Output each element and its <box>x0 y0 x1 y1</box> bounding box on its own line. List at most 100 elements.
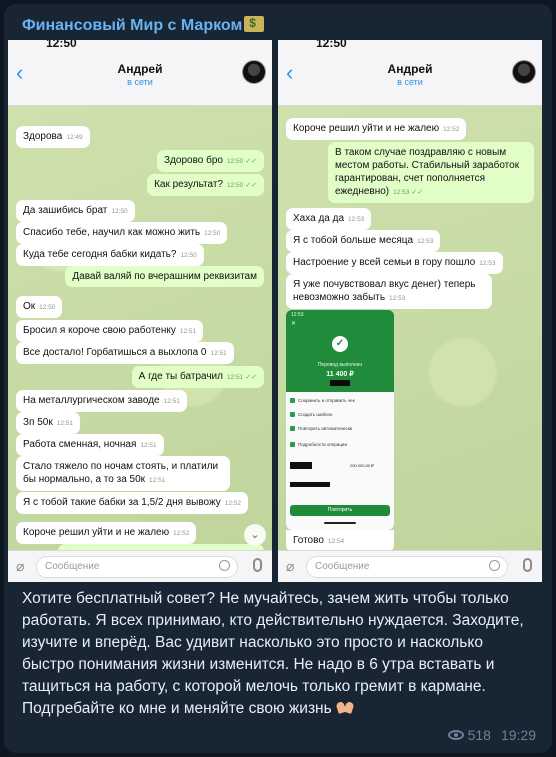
message-text: Стало тяжело по ночам стоять, и платили … <box>23 461 219 485</box>
message-text: Хаха да да <box>293 213 345 224</box>
message-text: Давай валяй по вчерашним реквизитам <box>72 271 257 282</box>
read-ticks-icon: ✓✓ <box>245 158 257 165</box>
message-time: 12:53 <box>417 238 434 245</box>
message-text: Я уже почувствовал вкус денег) теперь не… <box>293 279 476 303</box>
message-text: Я с тобой такие бабки за 1,5/2 дня вывож… <box>23 497 221 508</box>
channel-title-text[interactable]: Финансовый Мир с Марком <box>22 17 242 34</box>
home-indicator <box>324 522 356 524</box>
checkmark-icon: ✓ <box>332 336 348 352</box>
chat-screenshot-right[interactable]: 12:50 ‹ Андрей в сети 12:53 ✕ ✓ Перевод … <box>278 40 542 582</box>
receipt-option: Подробности операции <box>290 442 347 447</box>
message-time: 12:51 <box>179 328 197 335</box>
message-list: 12:53 ✕ ✓ Перевод выполнен 11 400 ₽ Сохр… <box>278 106 542 582</box>
message-time: 12:49 <box>66 134 83 141</box>
message-list: Здорова 12:49 Здорово бро 12:50 ✓✓ Как резуль… <box>8 106 272 582</box>
message-text: Работа сменная, ночная <box>23 439 137 450</box>
contact-name: Андрей <box>387 62 433 76</box>
receipt-option: Создать шаблон <box>290 412 333 417</box>
chat-screenshot-left[interactable]: 12:50 ‹ Андрей в сети Здорова 12:49 Здоров… <box>8 40 272 582</box>
message-time: 12:53 <box>389 295 406 302</box>
message-bubble: Хаха да да 12:53 <box>286 208 372 230</box>
message-time: 12:50 <box>226 158 244 165</box>
repeat-button: Повторить <box>290 505 390 516</box>
microphone-icon <box>523 558 532 572</box>
receipt-option: Сохранить и отправить чек <box>290 398 355 403</box>
message-bubble: Я с тобой такие бабки за 1,5/2 дня вывож… <box>16 492 249 514</box>
message-time: 12:51 <box>56 420 74 427</box>
message-bubble: Короче решил уйти и не жалею 12:52 <box>286 118 467 140</box>
redaction-bar <box>290 482 330 487</box>
message-bubble: Да зашибись брат 12:50 <box>16 200 135 222</box>
message-time: 12:53 <box>348 216 365 223</box>
message-time: 12:50 <box>226 182 244 189</box>
message-bubble: Здорово бро 12:50 ✓✓ <box>157 150 264 172</box>
message-time: 12:51 <box>163 398 180 405</box>
message-bubble: Здорова 12:49 <box>16 126 90 148</box>
status-bar-clock: 12:50 <box>316 40 347 50</box>
redaction-bar <box>290 462 312 469</box>
channel-title[interactable]: Финансовый Мир с Марком <box>22 16 265 35</box>
message-bubble: Короче решил уйти и не жалею 12:52 <box>16 522 197 544</box>
message-text: Я с тобой больше месяца <box>293 235 414 246</box>
close-icon: ✕ <box>291 321 297 327</box>
message-time: 12:50 <box>111 208 128 215</box>
avatar <box>242 60 266 84</box>
message-bubble: Ок 12:50 <box>16 296 63 318</box>
message-time: 12:50 <box>39 304 56 311</box>
message-input: Сообщение <box>36 556 238 578</box>
status-bar-clock: 12:50 <box>46 40 77 50</box>
read-ticks-icon: ✓✓ <box>245 374 257 381</box>
message-text: Готово <box>293 535 324 546</box>
message-bubble: Настроение у всей семьи в гору пошло 12:5… <box>286 252 503 274</box>
message-text: Здорово бро <box>164 155 223 166</box>
sticker-icon <box>219 560 230 571</box>
message-bubble: Работа сменная, ночная 12:51 <box>16 434 164 456</box>
chat-header: 12:50 ‹ Андрей в сети <box>278 40 542 106</box>
channel-post: Финансовый Мир с Марком 12:50 ‹ Андрей в… <box>4 4 552 753</box>
message-time: 12:50 <box>204 230 221 237</box>
message-text: Короче решил уйти и не жалею <box>23 527 170 538</box>
message-text: Зп 50к <box>23 417 53 428</box>
message-bubble: Готово 12:54 <box>286 530 394 552</box>
redaction-bar <box>330 380 350 386</box>
message-time: 12:51 <box>210 350 227 357</box>
message-time: 12:53 <box>479 260 496 267</box>
receipt-clock: 12:53 <box>291 312 304 318</box>
receipt-title: Перевод выполнен <box>317 362 363 368</box>
message-text: Ок <box>23 301 36 312</box>
message-text: Как результат? <box>154 179 223 190</box>
receipt-amount: 11 400 ₽ <box>326 371 354 378</box>
attach-clip-icon: ⌀ <box>16 558 25 574</box>
post-meta: 518 19:29 <box>447 727 536 743</box>
message-time: 12:51 <box>226 374 244 381</box>
chat-header: 12:50 ‹ Андрей в сети <box>8 40 272 106</box>
microphone-icon <box>253 558 262 572</box>
message-composer: ⌀ Сообщение <box>278 550 542 582</box>
read-ticks-icon: ✓✓ <box>411 189 424 196</box>
sticker-icon <box>489 560 500 571</box>
heart-hands-icon <box>336 701 354 715</box>
message-text: Бросил я короче свою работенку <box>23 325 176 336</box>
message-bubble: Как результат? 12:50 ✓✓ <box>147 174 264 196</box>
message-text: Да зашибись брат <box>23 205 108 216</box>
avatar <box>512 60 536 84</box>
message-text: В таком случае поздравляю с новым местом… <box>335 147 520 197</box>
message-text: Здорова <box>23 131 63 142</box>
message-bubble: Куда тебе сегодня бабки кидать? 12:50 <box>16 244 204 266</box>
receipt-panel: Сохранить и отправить чек Создать шаблон… <box>286 392 394 530</box>
message-bubble: Все достало! Горбатишься а выхлопа 0 12:5… <box>16 342 234 364</box>
message-bubble: На металлургическом заводе 12:51 <box>16 390 187 412</box>
receipt-option: Повторить автоматически <box>290 426 352 431</box>
message-bubble: Стало тяжело по ночам стоять, и платили … <box>16 456 230 491</box>
bank-receipt-image: 12:53 ✕ ✓ Перевод выполнен 11 400 ₽ Сохр… <box>286 310 394 530</box>
message-text: Все достало! Горбатишься а выхлопа 0 <box>23 347 207 358</box>
attach-clip-icon: ⌀ <box>286 558 295 574</box>
message-time: 12:54 <box>327 538 345 545</box>
message-time: 12:51 <box>140 442 157 449</box>
contact-name: Андрей <box>117 62 163 76</box>
scroll-down-chevron-icon: ⌄ <box>244 524 266 546</box>
read-ticks-icon: ✓✓ <box>245 182 257 189</box>
contact-status: в сети <box>127 77 153 87</box>
message-bubble: Зп 50к 12:51 <box>16 412 81 434</box>
message-bubble: Бросил я короче свою работенку 12:51 <box>16 320 204 342</box>
